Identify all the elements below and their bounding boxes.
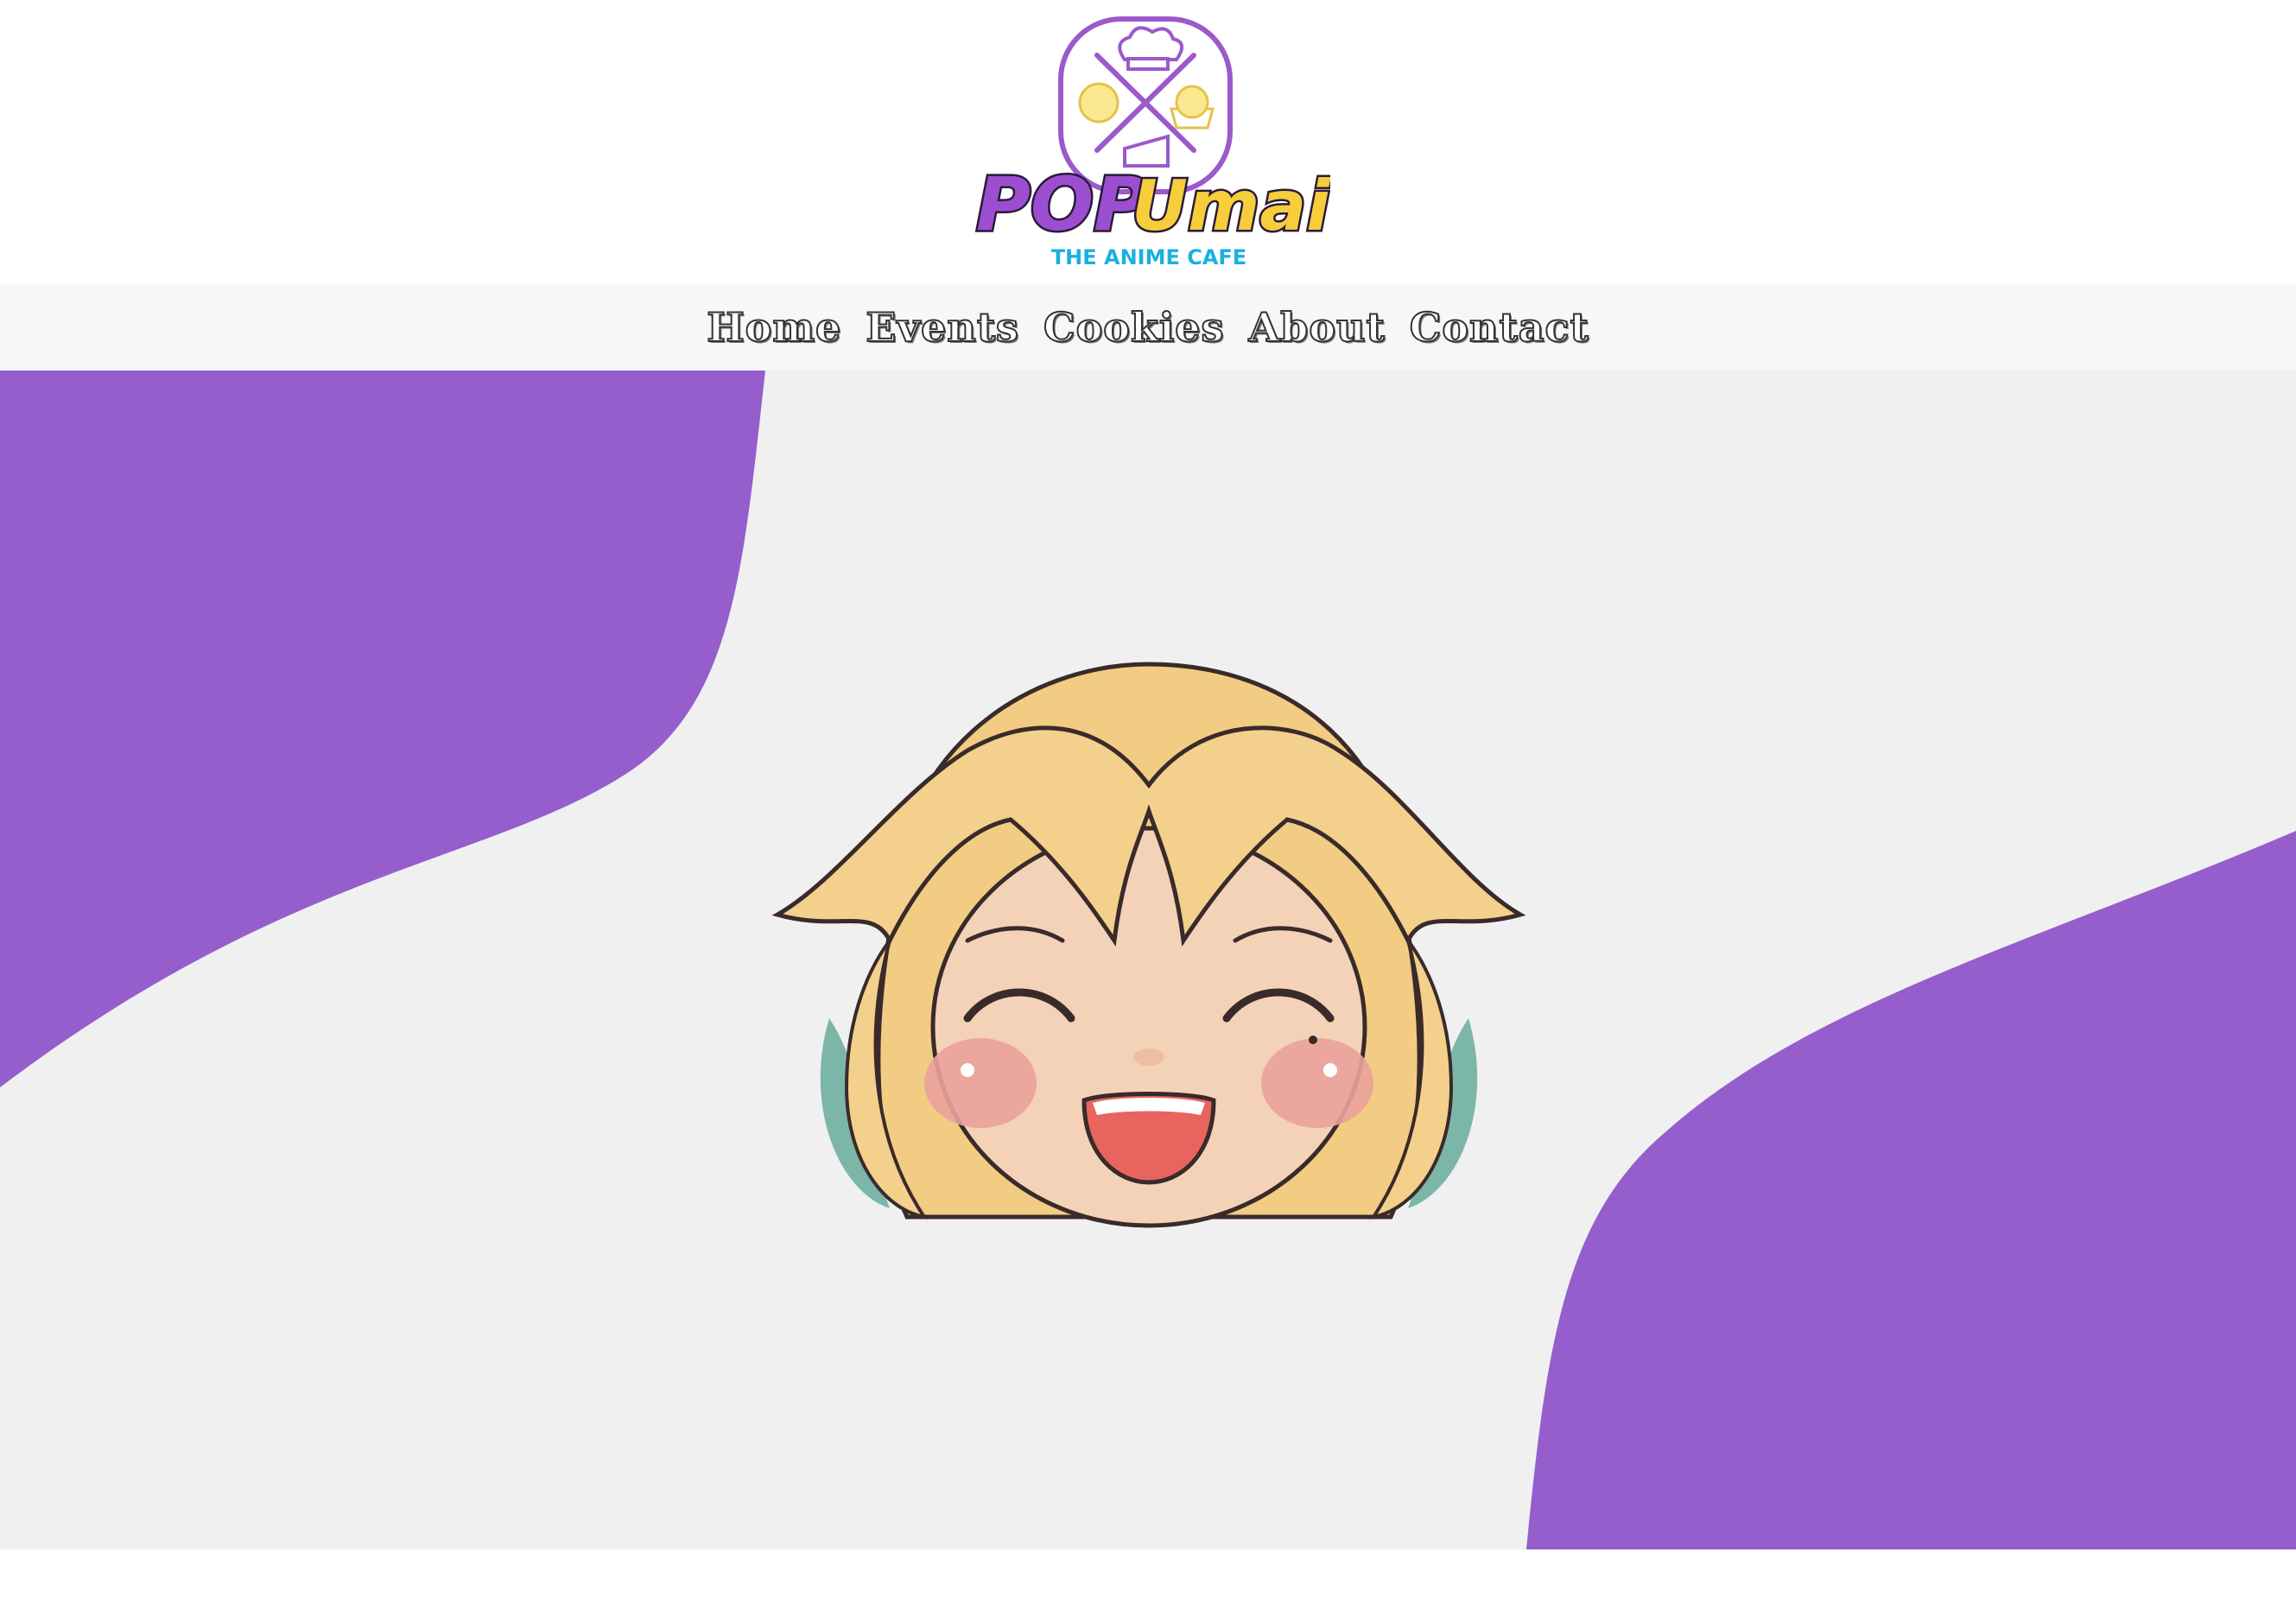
nav-events-link[interactable]: Events [865, 303, 1019, 352]
chibi-character-icon [771, 662, 1526, 1228]
page-bottom-spacer [0, 1549, 2296, 1603]
hero-purple-shape-right [1526, 831, 2296, 1549]
hero-section [0, 371, 2296, 1549]
nav-about-link[interactable]: About [1247, 303, 1385, 352]
logo-text-pop: POP [976, 162, 1148, 248]
site-header: POP Umai THE ANIME CAFE [0, 0, 2296, 283]
popumai-logo-icon: POP Umai THE ANIME CAFE [974, 16, 1330, 269]
hero-mascot [769, 656, 1529, 1295]
logo-tagline: THE ANIME CAFE [1051, 245, 1246, 269]
nav-contact-link[interactable]: Contact [1409, 303, 1589, 352]
nav-home-link[interactable]: Home [706, 303, 841, 352]
site-logo[interactable]: POP Umai THE ANIME CAFE [967, 12, 1330, 271]
logo-text-umai: Umai [1132, 166, 1330, 246]
main-nav: Home Events Cookies About Contact [0, 283, 2296, 371]
nav-cookies-link[interactable]: Cookies [1043, 303, 1224, 352]
hero-purple-shape-left [0, 371, 765, 1087]
